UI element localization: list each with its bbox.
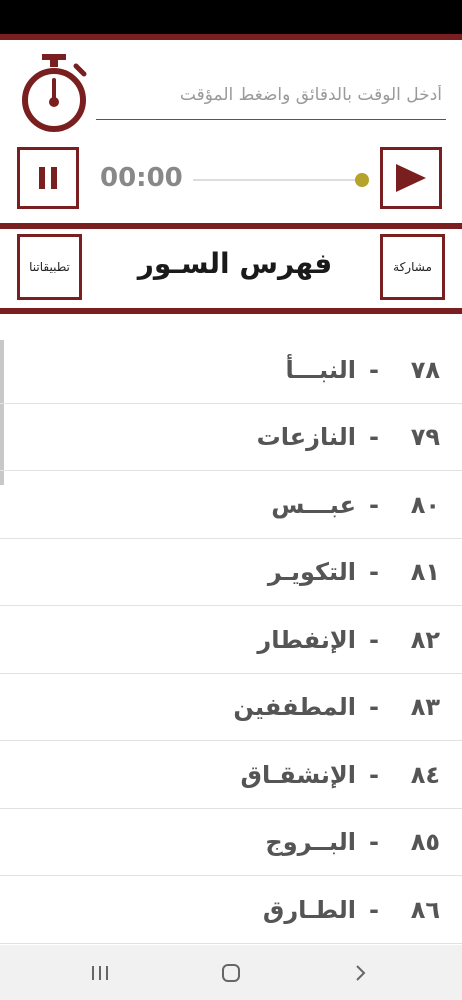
- share-button[interactable]: مشاركة: [380, 234, 445, 300]
- list-item[interactable]: ٧٩ - النازعات: [0, 404, 462, 471]
- surah-name: التكويـر: [267, 558, 356, 586]
- surah-name: الإنشقـاق: [240, 760, 356, 789]
- surah-number: ٧٩: [410, 423, 440, 451]
- elapsed-time: 00:00: [100, 163, 183, 193]
- player-row: 00:00: [0, 145, 462, 217]
- pause-button[interactable]: [17, 147, 79, 209]
- separator: -: [369, 693, 379, 721]
- home-icon: [222, 964, 240, 982]
- surah-name: البــروج: [265, 828, 356, 856]
- stopwatch-icon[interactable]: [16, 52, 92, 132]
- page-title: فهرس السـور: [137, 247, 333, 280]
- surah-number: ٧٨: [410, 355, 440, 384]
- back-icon: [356, 965, 366, 981]
- seek-thumb[interactable]: [355, 173, 369, 187]
- system-nav-bar: [0, 945, 462, 1000]
- surah-number: ٨٦: [410, 895, 440, 924]
- separator: -: [369, 355, 379, 384]
- status-bar: [0, 0, 462, 34]
- separator: -: [369, 895, 379, 924]
- surah-name: النازعات: [256, 423, 356, 451]
- list-item[interactable]: ٨٢ - الإنفطار: [0, 606, 462, 674]
- surah-name: عبـــس: [271, 490, 356, 519]
- surah-name: الطـارق: [262, 895, 356, 924]
- surah-list: ٧٨ - النبـــأ ٧٩ - النازعات ٨٠ - عبـــس …: [0, 336, 462, 944]
- timer-minutes-input[interactable]: [96, 70, 446, 120]
- divider-lower: [0, 308, 462, 314]
- surah-name: المطففين: [233, 693, 356, 721]
- separator: -: [369, 558, 379, 586]
- surah-name: الإنفطار: [257, 625, 356, 654]
- play-icon: [396, 164, 426, 192]
- list-item[interactable]: ٨١ - التكويـر: [0, 539, 462, 606]
- pause-icon: [39, 167, 57, 189]
- home-button[interactable]: [211, 955, 251, 991]
- our-apps-button[interactable]: تطبيقاتنا: [17, 234, 82, 300]
- list-item[interactable]: ٨٦ - الطـارق: [0, 876, 462, 944]
- separator: -: [369, 625, 379, 654]
- seek-bar[interactable]: [193, 179, 363, 181]
- separator: -: [369, 828, 379, 856]
- surah-number: ٨٣: [410, 693, 440, 721]
- surah-name: النبـــأ: [285, 355, 356, 384]
- timer-row: [0, 40, 462, 140]
- surah-number: ٨٥: [410, 828, 440, 856]
- list-item[interactable]: ٨٣ - المطففين: [0, 674, 462, 741]
- back-button[interactable]: [340, 955, 380, 991]
- surah-number: ٨١: [410, 558, 440, 586]
- play-button[interactable]: [380, 147, 442, 209]
- surah-number: ٨٢: [410, 625, 440, 654]
- separator: -: [369, 490, 379, 519]
- list-item[interactable]: ٨٠ - عبـــس: [0, 471, 462, 539]
- surah-number: ٨٤: [410, 760, 440, 789]
- recents-button[interactable]: [80, 955, 120, 991]
- recents-icon: [92, 966, 108, 980]
- separator: -: [369, 760, 379, 789]
- index-header: تطبيقاتنا فهرس السـور مشاركة: [0, 229, 462, 308]
- list-item[interactable]: ٧٨ - النبـــأ: [0, 336, 462, 404]
- list-item[interactable]: ٨٥ - البــروج: [0, 809, 462, 876]
- separator: -: [369, 423, 379, 451]
- list-item[interactable]: ٨٤ - الإنشقـاق: [0, 741, 462, 809]
- surah-number: ٨٠: [410, 490, 440, 519]
